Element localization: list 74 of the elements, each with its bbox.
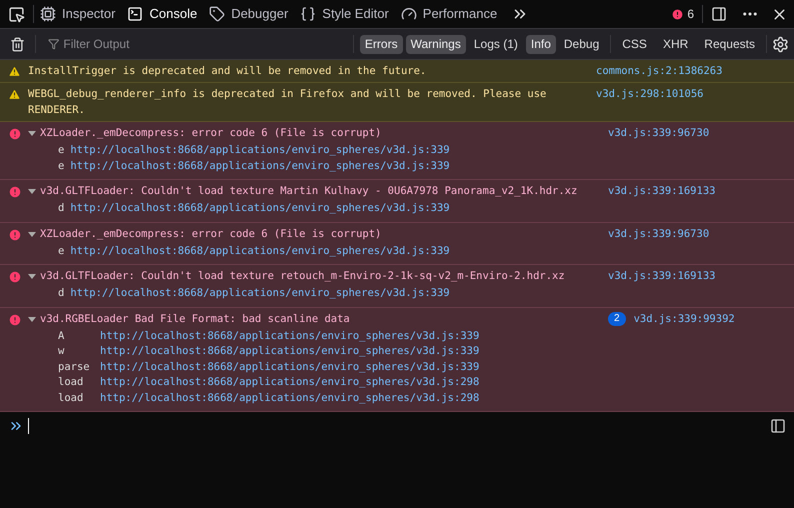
frame-function: d xyxy=(58,286,64,301)
frame-function: e xyxy=(58,158,64,174)
filter-toggle[interactable]: Requests xyxy=(699,34,760,54)
filter-toggle[interactable]: Debug xyxy=(558,34,604,54)
repeat-count: 2 xyxy=(608,312,626,326)
message-text: XZLoader._emDecompress: error code 6 (File is corrupt) xyxy=(40,126,382,141)
frame-function: load xyxy=(58,375,84,390)
devtools-tab[interactable]: Performance xyxy=(394,0,504,28)
filter-toggle[interactable]: XHR xyxy=(658,34,694,54)
source-link[interactable]: v3d.js:298:101056 xyxy=(596,86,704,102)
error-icon xyxy=(8,228,22,242)
dock-icon[interactable] xyxy=(711,6,727,22)
frame-link[interactable]: http://localhost:8668/applications/enviro_spheres/v3d.js:339 xyxy=(70,244,450,259)
frame-function: e xyxy=(58,244,64,258)
frame-function: load xyxy=(58,390,84,406)
frame-function: e xyxy=(58,143,64,158)
disclosure-triangle[interactable] xyxy=(28,316,36,322)
error-icon xyxy=(8,270,22,284)
frame-link[interactable]: http://localhost:8668/applications/enviro_spheres/v3d.js:339 xyxy=(70,143,450,158)
settings-icon[interactable] xyxy=(772,36,789,52)
frame-link[interactable]: http://localhost:8668/applications/enviro_spheres/v3d.js:298 xyxy=(100,375,480,390)
frame-function: w xyxy=(58,344,66,359)
frame-link[interactable]: http://localhost:8668/applications/enviro_spheres/v3d.js:339 xyxy=(100,328,480,344)
devtools-tab[interactable]: Style Editor xyxy=(294,0,395,28)
filter-toggle[interactable]: Logs (1) xyxy=(468,34,523,54)
error-icon xyxy=(8,185,22,199)
message-text: WEBGL_debug_renderer_info is deprecated in Firefox and will be removed. Please use RENDERER. xyxy=(28,87,548,118)
message-text: InstallTrigger is deprecated and will be removed in the future. xyxy=(28,64,428,79)
message-text: v3d.GLTFLoader: Couldn't load texture Martin Kulhavy - 0U6A7978 Panorama_v2_1K.hdr.xz xyxy=(40,184,578,199)
warning-icon xyxy=(8,88,21,101)
source-link[interactable]: v3d.js:339:99392 xyxy=(634,310,735,326)
frame-link[interactable]: http://localhost:8668/applications/enviro_spheres/v3d.js:339 xyxy=(100,344,480,360)
devtools-tab[interactable]: Debugger xyxy=(203,0,294,28)
tab-icon xyxy=(300,6,316,22)
frame-function: parse xyxy=(58,360,91,374)
frame-function: d xyxy=(58,201,64,216)
filter-toggle[interactable]: Info xyxy=(526,34,556,54)
disclosure-triangle[interactable] xyxy=(28,274,36,279)
pick-element-icon[interactable] xyxy=(8,6,25,22)
frame-link[interactable]: http://localhost:8668/applications/enviro_spheres/v3d.js:298 xyxy=(100,390,480,406)
filter-icon xyxy=(48,38,60,50)
message-text: v3d.RGBELoader Bad File Format: bad scanline data xyxy=(40,312,351,326)
filter-toggle[interactable]: Warnings xyxy=(406,34,466,54)
message-text: v3d.GLTFLoader: Couldn't load texture retouch_m-Enviro-2-1k-sq-v2_m-Enviro-2.hdr.xz xyxy=(40,269,566,284)
sidebar-toggle-icon[interactable] xyxy=(770,418,786,434)
devtools-tab[interactable]: Console xyxy=(121,0,204,28)
error-icon xyxy=(8,312,22,326)
tab-icon xyxy=(400,6,417,22)
error-count-badge[interactable]: 6 xyxy=(663,5,702,23)
filter-field[interactable]: Filter Output xyxy=(63,35,346,53)
error-icon xyxy=(671,8,684,20)
tab-icon xyxy=(127,6,144,22)
message-text: XZLoader._emDecompress: error code 6 (File is corrupt) xyxy=(40,226,382,242)
devtools-tab[interactable]: Inspector xyxy=(34,0,122,28)
frame-link[interactable]: http://localhost:8668/applications/enviro_spheres/v3d.js:339 xyxy=(100,360,480,375)
source-link[interactable]: v3d.js:339:96730 xyxy=(608,125,710,141)
tab-icon xyxy=(209,6,226,22)
source-link[interactable]: v3d.js:339:169133 xyxy=(608,268,716,284)
disclosure-triangle[interactable] xyxy=(28,232,36,236)
disclosure-triangle[interactable] xyxy=(28,131,36,136)
source-link[interactable]: v3d.js:339:169133 xyxy=(608,183,716,199)
warning-icon xyxy=(8,65,21,78)
filter-toggle[interactable]: CSS xyxy=(617,34,652,54)
filter-toggle[interactable]: Errors xyxy=(360,34,403,54)
frame-link[interactable]: http://localhost:8668/applications/enviro_spheres/v3d.js:339 xyxy=(70,158,450,174)
source-link[interactable]: v3d.js:339:96730 xyxy=(608,226,710,242)
error-icon xyxy=(8,127,22,141)
source-link[interactable]: commons.js:2:1386263 xyxy=(596,63,722,79)
frame-link[interactable]: http://localhost:8668/applications/enviro_spheres/v3d.js:339 xyxy=(70,286,450,302)
frame-link[interactable]: http://localhost:8668/applications/enviro_spheres/v3d.js:339 xyxy=(70,201,450,216)
disclosure-triangle[interactable] xyxy=(28,189,36,194)
tab-icon xyxy=(40,6,56,22)
frame-function: A xyxy=(58,328,66,344)
clear-icon[interactable] xyxy=(10,36,25,52)
